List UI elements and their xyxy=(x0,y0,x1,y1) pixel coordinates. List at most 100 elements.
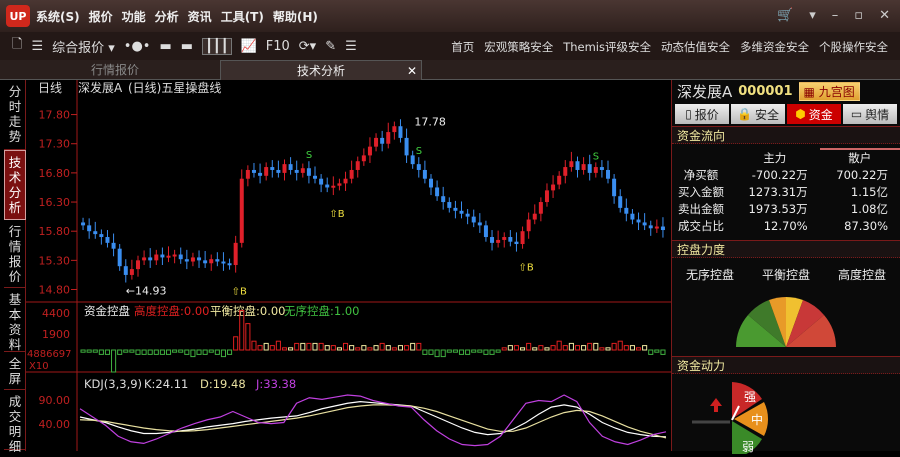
price-tick: 15.80 xyxy=(39,225,71,238)
candle xyxy=(367,146,372,156)
list-icon-2[interactable]: ☰ xyxy=(345,39,357,54)
rtab-sentiment[interactable]: ▭ 舆情 xyxy=(843,104,897,124)
cell: 1.15亿 xyxy=(850,184,888,199)
candle xyxy=(508,237,513,242)
candle xyxy=(502,237,507,240)
candle xyxy=(306,168,311,176)
vtab-fundamentals[interactable]: 基本资料 xyxy=(4,288,26,352)
rtab-quote[interactable]: ▯ 报价 xyxy=(675,104,729,124)
sell-marker: S xyxy=(593,151,599,162)
money-bar xyxy=(153,349,159,355)
menu-news[interactable]: 资讯 xyxy=(188,10,212,24)
candle xyxy=(197,257,202,261)
candle xyxy=(239,178,244,243)
candle xyxy=(172,254,177,257)
line-chart-icon[interactable]: 📈 xyxy=(241,39,257,54)
toolbar: 🗋 ☰ 综合报价 ▾ •●• ▬ ▬ ┃┃┃ 📈 F10 ⟳▾ ✎ ☰ 首页 宏观… xyxy=(0,32,900,60)
money-bar xyxy=(446,349,452,353)
link-valuation[interactable]: 动态估值安全 xyxy=(661,39,730,55)
row-label: 卖出金额 xyxy=(678,201,724,216)
kdj-d-label: D:19.48 xyxy=(200,377,246,391)
vtab-intraday[interactable]: 分时走势 xyxy=(4,80,26,150)
app-logo: UP xyxy=(6,5,30,27)
rtab-security-label: 安全 xyxy=(754,107,779,122)
f10-button[interactable]: F10 xyxy=(266,39,290,54)
link-themis[interactable]: Themis评级安全 xyxy=(563,39,651,55)
minimize-button[interactable]: – xyxy=(832,8,839,23)
folder-add-icon[interactable]: ▬ xyxy=(159,39,171,54)
candle xyxy=(422,169,427,179)
vtab-technical[interactable]: 技术分析 xyxy=(4,150,26,220)
candle xyxy=(270,167,275,170)
rtab-funds[interactable]: ⬢ 资金 xyxy=(787,104,841,124)
rtab-security[interactable]: 🔒 安全 xyxy=(731,104,785,124)
money-bar xyxy=(507,345,513,351)
tab-technical[interactable]: 技术分析 ✕ xyxy=(220,60,422,80)
money-bar xyxy=(562,345,568,351)
quote-dropdown[interactable]: 综合报价 ▾ xyxy=(52,37,115,56)
link-macro[interactable]: 宏观策略安全 xyxy=(484,39,553,55)
candle xyxy=(404,137,409,156)
candle xyxy=(435,187,440,197)
money-bar xyxy=(599,347,605,351)
link-home[interactable]: 首页 xyxy=(451,39,474,55)
menu-help[interactable]: 帮助(H) xyxy=(273,10,318,24)
cart-icon[interactable]: 🛒 xyxy=(777,8,793,23)
candle xyxy=(428,178,433,188)
chart-area[interactable]: 日线 深发展A (日线)五星操盘线 17.80 17.30 16.80 16.30 15… xyxy=(26,80,671,451)
money-bar xyxy=(312,342,318,351)
candle xyxy=(392,126,397,133)
menu-analysis[interactable]: 分析 xyxy=(155,10,179,24)
candle xyxy=(569,161,574,168)
nine-grid-button[interactable]: ▦ 九宫图 xyxy=(798,81,860,101)
money-bar xyxy=(581,345,587,351)
money-bar xyxy=(556,340,562,351)
row-label: 成交占比 xyxy=(678,218,724,233)
money-bar xyxy=(111,349,117,373)
money-balance-label: 平衡控盘:0.00 xyxy=(210,304,285,318)
candle xyxy=(453,207,458,211)
money-bar xyxy=(233,336,239,351)
link-funds[interactable]: 多维资金安全 xyxy=(740,39,809,55)
price-tick: 16.30 xyxy=(39,196,71,209)
money-bar xyxy=(465,349,471,355)
money-bar xyxy=(349,345,355,351)
candle xyxy=(636,219,641,223)
buy-marker: ⇧B xyxy=(519,263,534,274)
shield-icon: ⬢ xyxy=(795,107,806,121)
bookmark-icon: ▯ xyxy=(685,107,692,121)
money-bar xyxy=(196,349,202,355)
close-tab-icon[interactable]: ✕ xyxy=(407,61,417,81)
folder-icon[interactable]: ▬ xyxy=(181,39,193,54)
new-page-icon[interactable]: 🗋 xyxy=(12,35,22,57)
refresh-icon[interactable]: ⟳▾ xyxy=(299,39,316,54)
tab-quotes[interactable]: 行情报价 xyxy=(10,60,220,80)
vtab-fullscreen[interactable]: 全屏 xyxy=(4,352,26,390)
money-bar xyxy=(397,345,404,351)
pencil-icon[interactable]: ✎ xyxy=(325,39,336,54)
close-button[interactable]: ✕ xyxy=(879,8,890,23)
list-icon[interactable]: ☰ xyxy=(31,39,43,54)
menu-tools[interactable]: 工具(T) xyxy=(221,10,264,24)
vtab-quotes[interactable]: 行情报价 xyxy=(4,220,26,288)
menu-quote[interactable]: 报价 xyxy=(89,10,113,24)
dropdown-icon[interactable]: ▾ xyxy=(809,8,816,23)
candle xyxy=(337,183,342,186)
money-bar xyxy=(214,349,220,355)
dots-icon[interactable]: •●• xyxy=(124,39,151,54)
candlestick-icon[interactable]: ┃┃┃ xyxy=(202,37,232,55)
sell-marker: S xyxy=(306,150,312,161)
candle xyxy=(459,210,464,214)
vtab-trade-detail[interactable]: 成交明细 xyxy=(4,390,26,454)
money-bar xyxy=(452,349,458,353)
menu-system[interactable]: 系统(S) xyxy=(36,10,80,24)
maximize-button[interactable]: ▫ xyxy=(854,8,863,23)
rtab-funds-label: 资金 xyxy=(808,107,833,122)
power-medium: 中 xyxy=(751,412,763,427)
link-stock-ops[interactable]: 个股操作安全 xyxy=(819,39,888,55)
money-bar xyxy=(489,349,495,355)
candle xyxy=(514,241,519,245)
menu-function[interactable]: 功能 xyxy=(122,10,146,24)
money-bar xyxy=(129,349,135,353)
candle xyxy=(447,202,452,208)
